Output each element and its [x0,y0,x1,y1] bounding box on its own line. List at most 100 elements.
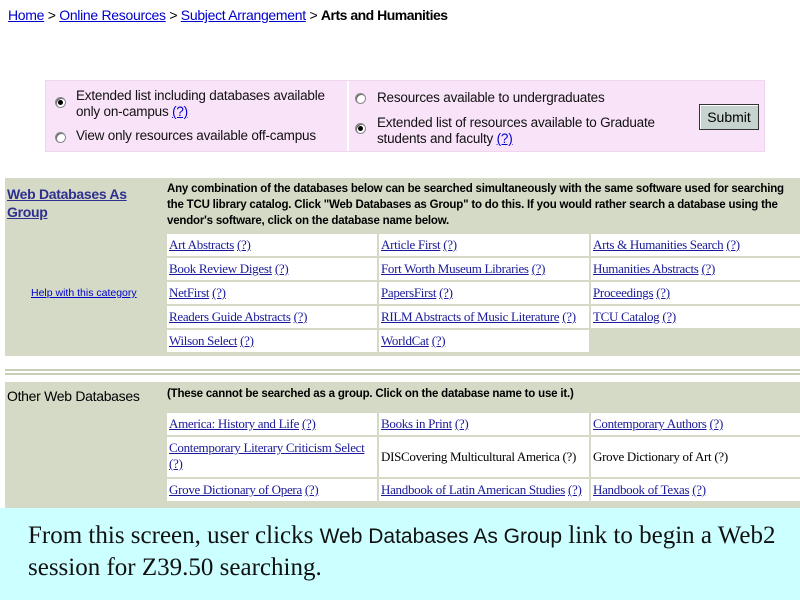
option-undergraduates: Resources available to undergraduates [377,90,687,106]
database-link-america-history-life[interactable]: America: History and Life [169,416,299,431]
database-link-rilm-abstracts[interactable]: RILM Abstracts of Music Literature [381,309,560,324]
database-cell: Proceedings (?) [591,282,800,304]
radio-off-campus[interactable] [55,132,66,143]
caption-banner: From this screen, user clicks Web Databa… [0,508,800,600]
database-link-netfirst[interactable]: NetFirst [169,285,210,300]
database-help-link[interactable]: (?) [443,237,457,252]
database-link-discovering-multicultural-america[interactable]: DISCovering Multicultural America [381,449,560,464]
breadcrumb-home-link[interactable]: Home [8,7,44,23]
database-link-article-first[interactable]: Article First [381,237,441,252]
option-graduate-faculty-help-link[interactable]: (?) [497,131,513,146]
database-help-link[interactable]: (?) [568,482,582,497]
database-link-contemporary-authors[interactable]: Contemporary Authors [593,416,707,431]
option-graduate-faculty: Extended list of resources available to … [377,115,662,147]
database-link-fort-worth-museum-libraries[interactable]: Fort Worth Museum Libraries [381,261,529,276]
database-help-link[interactable]: (?) [532,261,546,276]
database-help-link[interactable]: (?) [714,449,728,464]
database-cell: Contemporary Authors (?) [591,413,800,435]
database-link-proceedings[interactable]: Proceedings [593,285,654,300]
database-help-link[interactable]: (?) [237,237,251,252]
database-cell: Fort Worth Museum Libraries (?) [379,258,589,280]
database-cell: TCU Catalog (?) [591,306,800,328]
database-help-link[interactable]: (?) [432,333,446,348]
section-divider [5,369,800,371]
resource-filter-form: Extended list including databases availa… [45,80,765,152]
breadcrumb-separator: > [47,7,56,23]
database-cell: Readers Guide Abstracts (?) [167,306,377,328]
other-database-grid: America: History and Life (?) Books in P… [167,413,800,501]
database-help-link[interactable]: (?) [302,416,316,431]
option-extended-on-campus: Extended list including databases availa… [76,88,346,120]
database-cell: Arts & Humanities Search (?) [591,234,800,256]
filter-divider [347,81,349,151]
database-cell: America: History and Life (?) [167,413,377,435]
database-cell: Handbook of Texas (?) [591,479,800,501]
breadcrumb-separator: > [169,7,178,23]
database-link-worldcat[interactable]: WorldCat [381,333,429,348]
empty-cell [591,330,800,352]
database-cell: Article First (?) [379,234,589,256]
database-help-link[interactable]: (?) [439,285,453,300]
caption-text-before: From this screen, user clicks [28,522,320,549]
radio-extended-on-campus[interactable] [55,97,66,108]
database-cell: Contemporary Literary Criticism Select (… [167,437,377,477]
group-database-grid: Art Abstracts (?) Article First (?) Arts… [167,234,800,352]
database-help-link[interactable]: (?) [702,261,716,276]
database-cell: WorldCat (?) [379,330,589,352]
database-cell: Handbook of Latin American Studies (?) [379,479,589,501]
database-help-link[interactable]: (?) [212,285,226,300]
database-link-handbook-of-texas[interactable]: Handbook of Texas [593,482,690,497]
database-cell: Books in Print (?) [379,413,589,435]
database-help-link[interactable]: (?) [562,309,576,324]
web-databases-as-group-link[interactable]: Web Databases As Group [7,185,157,221]
database-help-link[interactable]: (?) [662,309,676,324]
database-cell: PapersFirst (?) [379,282,589,304]
database-help-link[interactable]: (?) [709,416,723,431]
breadcrumb-current: Arts and Humanities [320,7,448,23]
radio-undergraduates[interactable] [355,93,366,104]
database-link-grove-dictionary-art[interactable]: Grove Dictionary of Art [593,449,712,464]
database-cell: RILM Abstracts of Music Literature (?) [379,306,589,328]
database-link-handbook-latin-american-studies[interactable]: Handbook of Latin American Studies [381,482,565,497]
database-link-books-in-print[interactable]: Books in Print [381,416,452,431]
database-link-papersfirst[interactable]: PapersFirst [381,285,437,300]
database-link-tcu-catalog[interactable]: TCU Catalog [593,309,660,324]
database-help-link[interactable]: (?) [656,285,670,300]
group-section-description: Any combination of the databases below c… [167,183,784,227]
caption-highlight: Web Databases As Group [319,525,563,548]
database-link-wilson-select[interactable]: Wilson Select [169,333,237,348]
database-link-contemporary-literary-criticism[interactable]: Contemporary Literary Criticism Select [169,440,365,455]
database-cell: Grove Dictionary of Opera (?) [167,479,377,501]
option-off-campus-label: View only resources available off-campus [76,128,316,143]
database-link-arts-humanities-search[interactable]: Arts & Humanities Search [593,237,724,252]
database-help-link[interactable]: (?) [305,482,319,497]
breadcrumb-online-resources-link[interactable]: Online Resources [59,7,166,23]
database-link-art-abstracts[interactable]: Art Abstracts [169,237,234,252]
option-extended-on-campus-help-link[interactable]: (?) [172,104,188,119]
database-link-book-review-digest[interactable]: Book Review Digest [169,261,272,276]
database-help-link[interactable]: (?) [726,237,740,252]
database-help-link[interactable]: (?) [275,261,289,276]
database-help-link[interactable]: (?) [169,456,183,471]
submit-button[interactable]: Submit [699,104,759,130]
database-cell: Book Review Digest (?) [167,258,377,280]
database-cell: Wilson Select (?) [167,330,377,352]
database-help-link[interactable]: (?) [563,449,577,464]
breadcrumb: Home > Online Resources > Subject Arrang… [8,7,448,23]
web-databases-group-section: Web Databases As Group Help with this ca… [5,178,800,356]
help-with-category-link[interactable]: Help with this category [31,287,137,299]
database-link-grove-dictionary-opera[interactable]: Grove Dictionary of Opera [169,482,302,497]
database-help-link[interactable]: (?) [692,482,706,497]
other-section-description: (These cannot be searched as a group. Cl… [167,388,574,400]
other-web-databases-section: Other Web Databases (These cannot be sea… [5,382,800,508]
database-help-link[interactable]: (?) [455,416,469,431]
breadcrumb-subject-arrangement-link[interactable]: Subject Arrangement [181,7,306,23]
database-link-readers-guide-abstracts[interactable]: Readers Guide Abstracts [169,309,291,324]
radio-graduate-faculty[interactable] [355,123,366,134]
database-help-link[interactable]: (?) [294,309,308,324]
caption-text: From this screen, user clicks Web Databa… [28,520,788,583]
database-cell: Art Abstracts (?) [167,234,377,256]
database-help-link[interactable]: (?) [240,333,254,348]
database-link-humanities-abstracts[interactable]: Humanities Abstracts [593,261,699,276]
option-extended-on-campus-label: Extended list including databases availa… [76,88,325,119]
